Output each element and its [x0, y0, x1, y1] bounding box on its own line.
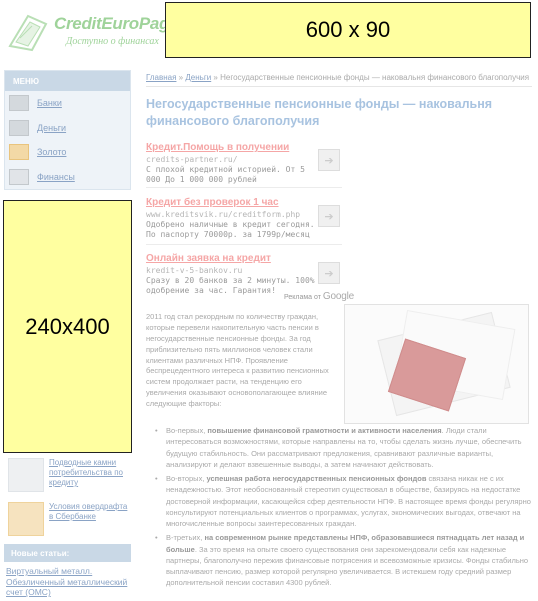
document-thumbnail-icon [8, 458, 44, 492]
bullet-lead: Во-вторых, [166, 474, 207, 483]
menu-item-finance[interactable]: Финансы [5, 165, 130, 190]
list-item: Во-первых, повышение финансовой грамотно… [155, 425, 532, 470]
side-menu: МЕНЮ Банки Деньги Золото Финансы [4, 70, 131, 190]
bullet-lead: Во-первых, [166, 426, 208, 435]
text-ad[interactable]: Кредит без проверок 1 час www.kreditsvik… [146, 197, 342, 241]
list-item: Во-вторых, успешная работа негосударстве… [155, 473, 532, 529]
gold-icon [9, 144, 29, 161]
menu-item-gold[interactable]: Золото [5, 140, 130, 165]
google-logo: Google [322, 291, 354, 302]
ads-by-label: Реклама от [284, 294, 321, 301]
article-intro: 2011 год стал рекордным по количеству гр… [146, 312, 329, 408]
promo-item[interactable]: Подводные камни потребительства по креди… [8, 458, 132, 492]
breadcrumb: Главная » Деньги » Негосударственные пен… [146, 73, 532, 82]
ad-url[interactable]: kredit-v-5-bankov.ru [146, 266, 342, 275]
bank-icon [9, 95, 29, 112]
menu-title: МЕНЮ [5, 71, 130, 91]
ad-title[interactable]: Кредит без проверок 1 час [146, 197, 342, 208]
bullet-bold: успешная работа негосударственных пенсио… [206, 474, 427, 483]
ad-description: Одобрено наличные в кредит сегодня. По п… [146, 220, 315, 240]
list-item: В-третьих, на современном рынке представ… [155, 532, 532, 588]
text-ad[interactable]: Кредит.Помощь в получении credits-partne… [146, 142, 342, 186]
bullet-bold: повышение финансовой грамотности и актив… [207, 426, 442, 435]
divider [146, 86, 532, 87]
breadcrumb-section[interactable]: Деньги [185, 73, 211, 82]
promo-link[interactable]: Подводные камни потребительства по креди… [44, 458, 132, 492]
breadcrumb-home[interactable]: Главная [146, 73, 176, 82]
menu-item-label[interactable]: Финансы [37, 172, 75, 182]
new-articles-title: Новые статьи: [4, 544, 131, 562]
promo-item[interactable]: Условия овердрафта в Сбербанке [8, 502, 132, 536]
money-icon [9, 119, 29, 136]
site-logo[interactable]: CreditEuroPages Доступно о финансах [6, 8, 188, 56]
article-image [344, 304, 529, 424]
menu-item-label[interactable]: Золото [37, 147, 66, 157]
bullet-text: . За это время на опыте своего существов… [166, 544, 529, 588]
logo-mark-icon [8, 14, 48, 52]
logo-tagline: Доступно о финансах [66, 36, 159, 47]
divider [146, 187, 342, 188]
arrow-right-icon[interactable]: ➔ [318, 149, 340, 171]
top-ad-banner[interactable]: 600 x 90 [165, 2, 531, 58]
ad-url[interactable]: credits-partner.ru/ [146, 155, 342, 164]
bullet-lead: В-третьих, [166, 533, 205, 543]
arrow-right-icon[interactable]: ➔ [318, 205, 340, 227]
page-title: Негосударственные пенсионные фонды — нак… [146, 97, 493, 128]
menu-item-label[interactable]: Деньги [37, 123, 66, 133]
finance-icon [9, 168, 29, 185]
breadcrumb-separator: » [211, 73, 221, 82]
divider [146, 244, 342, 245]
article-bullet-list: Во-первых, повышение финансовой грамотно… [155, 425, 532, 592]
ad-title[interactable]: Онлайн заявка на кредит [146, 253, 342, 264]
menu-item-banks[interactable]: Банки [5, 91, 130, 116]
menu-item-money[interactable]: Деньги [5, 116, 130, 141]
ad-description: С плохой кредитной историей. От 5 000 До… [146, 165, 305, 185]
menu-item-label[interactable]: Банки [37, 98, 62, 108]
arrow-right-icon[interactable]: ➔ [318, 262, 340, 284]
ad-url[interactable]: www.kreditsvik.ru/creditform.php [146, 210, 342, 219]
ads-by-google[interactable]: Реклама от Google [284, 291, 354, 302]
breadcrumb-current: Негосударственные пенсионные фонды — нак… [220, 73, 530, 82]
side-ad-banner[interactable]: 240x400 [3, 200, 132, 453]
bank-card-thumbnail-icon [8, 502, 44, 536]
ad-title[interactable]: Кредит.Помощь в получении [146, 142, 342, 153]
promo-link[interactable]: Условия овердрафта в Сбербанке [44, 502, 132, 536]
new-article-link[interactable]: Виртуальный металл. Обезличенный металли… [6, 566, 133, 598]
